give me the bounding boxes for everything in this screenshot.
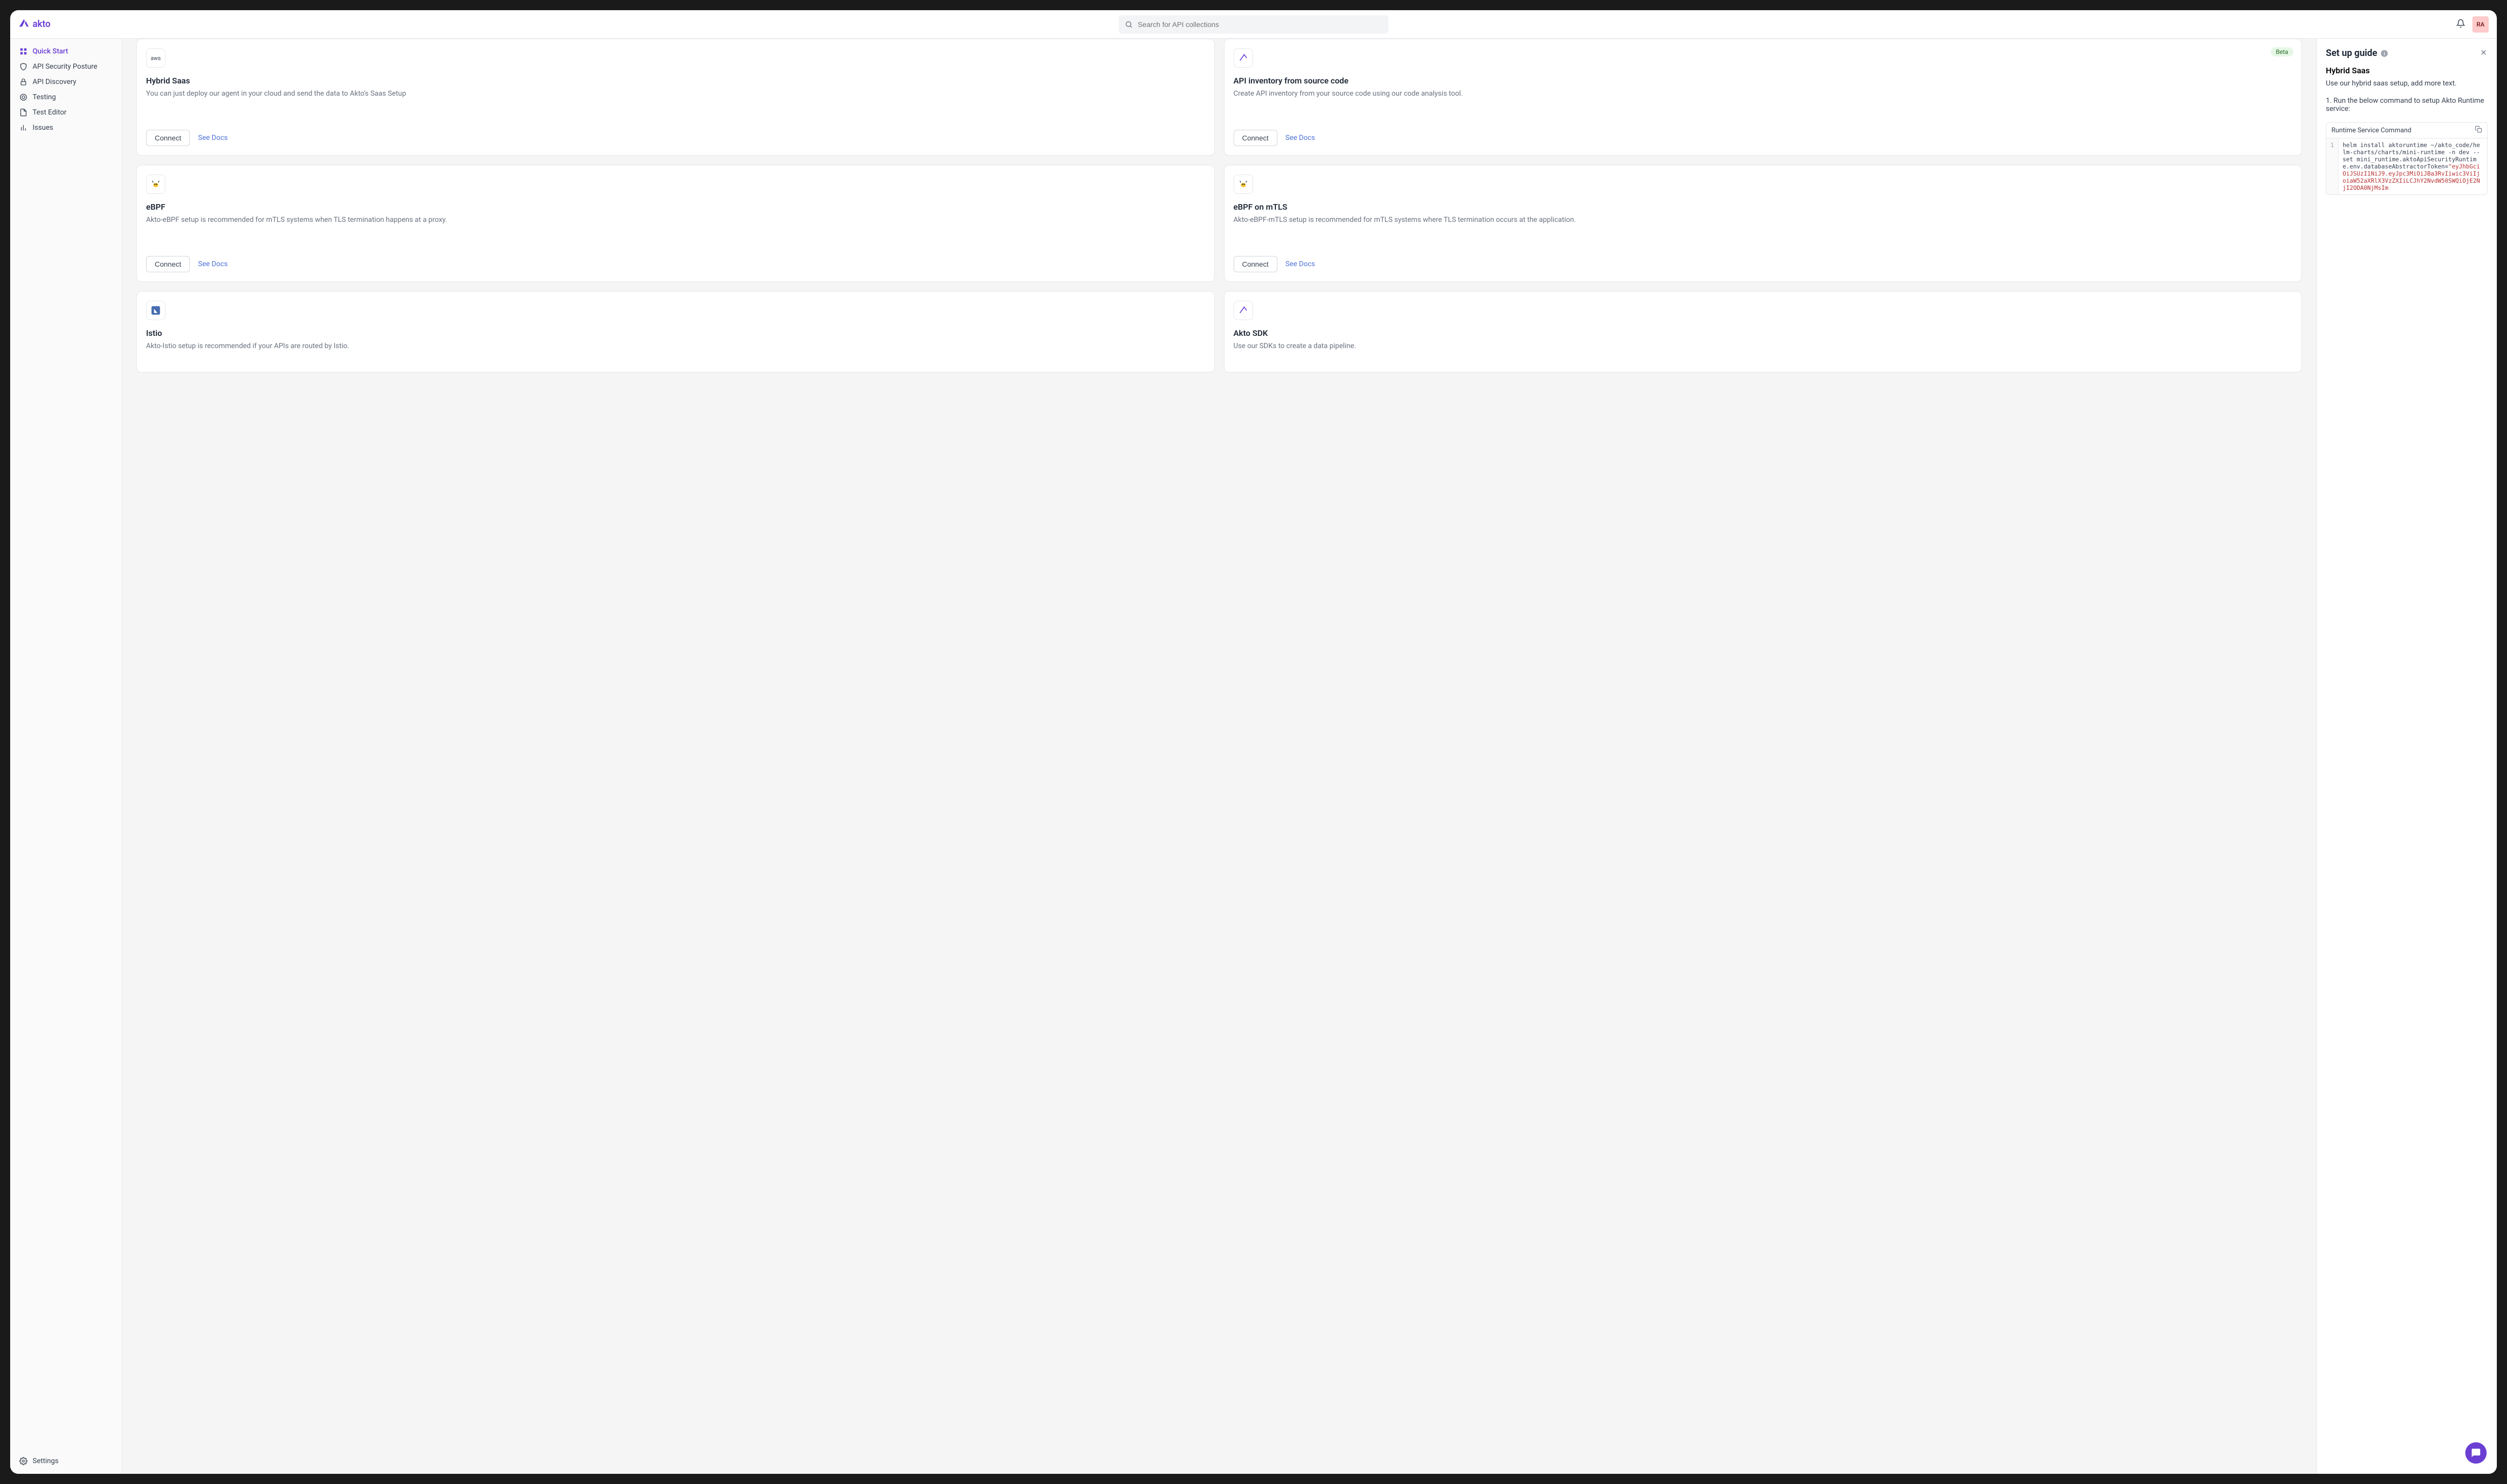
card-title: eBPF [146, 202, 1205, 212]
card-desc: Akto-eBPF-mTLS setup is recommended for … [1234, 215, 2293, 248]
brand-text: akto [33, 19, 50, 30]
see-docs-link[interactable]: See Docs [198, 260, 227, 268]
card-title: Akto SDK [1234, 328, 2293, 338]
panel-title: Set up guide i [2326, 48, 2388, 59]
search-input[interactable] [1138, 20, 1382, 28]
code-body[interactable]: 1 helm install aktoruntime ~/akto_code/h… [2326, 138, 2487, 194]
card-desc: Akto-eBPF setup is recommended for mTLS … [146, 215, 1205, 248]
connect-button[interactable]: Connect [146, 130, 190, 146]
sidebar-item-testing[interactable]: Testing [10, 90, 122, 105]
setup-guide-panel: Set up guide i Hybrid Saas Use our hybri… [2316, 39, 2497, 1474]
panel-step: 1. Run the below command to setup Akto R… [2326, 97, 2488, 113]
main-content: aws Hybrid Saas You can just deploy our … [122, 39, 2316, 1474]
sidebar-item-quick-start[interactable]: Quick Start [10, 44, 122, 59]
logo[interactable]: akto [18, 17, 50, 31]
istio-icon [146, 301, 165, 320]
sidebar-item-label: Testing [33, 93, 56, 101]
card-title: eBPF on mTLS [1234, 202, 2293, 212]
search-box[interactable] [1119, 15, 1388, 34]
connector-card-api-inventory: Beta API inventory from source code Crea… [1224, 39, 2302, 156]
sidebar-item-api-discovery[interactable]: API Discovery [10, 74, 122, 90]
sidebar-item-test-editor[interactable]: Test Editor [10, 105, 122, 120]
see-docs-link[interactable]: See Docs [198, 134, 227, 142]
akto-logo-icon [18, 17, 30, 31]
akto-icon [1234, 301, 1253, 320]
panel-intro: Use our hybrid saas setup, add more text… [2326, 79, 2488, 88]
panel-subtitle: Hybrid Saas [2326, 66, 2488, 75]
sidebar-item-issues[interactable]: Issues [10, 120, 122, 135]
code-box: Runtime Service Command 1 helm install a… [2326, 122, 2488, 195]
connector-card-akto-sdk: Akto SDK Use our SDKs to create a data p… [1224, 291, 2302, 373]
card-title: Hybrid Saas [146, 76, 1205, 85]
beta-badge: Beta [2271, 47, 2293, 56]
card-desc: Use our SDKs to create a data pipeline. [1234, 341, 2293, 363]
search-icon [1125, 20, 1133, 28]
grid-icon [19, 47, 27, 55]
connect-button[interactable]: Connect [1234, 256, 1277, 272]
sidebar-item-label: Issues [33, 124, 53, 132]
card-desc: Create API inventory from your source co… [1234, 89, 2293, 122]
chat-icon [2471, 1448, 2481, 1458]
card-title: API inventory from source code [1234, 76, 2293, 85]
sidebar: Quick Start API Security Posture API Dis… [10, 39, 122, 1474]
sidebar-item-label: Quick Start [33, 47, 68, 55]
ebpf-icon [1234, 175, 1253, 194]
sidebar-item-label: API Discovery [33, 78, 76, 86]
shield-icon [19, 63, 27, 71]
card-desc: Akto-Istio setup is recommended if your … [146, 341, 1205, 363]
info-icon: i [2380, 49, 2388, 58]
akto-icon [1234, 48, 1253, 68]
sidebar-item-label: Settings [33, 1457, 59, 1465]
aws-icon: aws [146, 48, 165, 68]
connect-button[interactable]: Connect [146, 256, 190, 272]
sidebar-item-api-security-posture[interactable]: API Security Posture [10, 59, 122, 74]
close-icon[interactable] [2480, 48, 2488, 59]
connector-card-hybrid-saas: aws Hybrid Saas You can just deploy our … [136, 39, 1215, 156]
avatar[interactable]: RA [2472, 16, 2489, 33]
notifications-icon[interactable] [2456, 19, 2465, 30]
bar-chart-icon [19, 124, 27, 132]
copy-icon[interactable] [2475, 126, 2482, 135]
sidebar-item-settings[interactable]: Settings [10, 1453, 122, 1469]
sidebar-item-label: API Security Posture [33, 63, 97, 71]
sidebar-item-label: Test Editor [33, 108, 67, 117]
ebpf-icon [146, 175, 165, 194]
chat-fab[interactable] [2465, 1442, 2487, 1464]
code-label: Runtime Service Command [2331, 127, 2411, 134]
connector-card-ebpf: eBPF Akto-eBPF setup is recommended for … [136, 165, 1215, 282]
gear-icon [19, 1457, 27, 1465]
top-bar: akto RA [10, 10, 2497, 39]
see-docs-link[interactable]: See Docs [1286, 134, 1315, 142]
card-desc: You can just deploy our agent in your cl… [146, 89, 1205, 122]
see-docs-link[interactable]: See Docs [1286, 260, 1315, 268]
card-title: Istio [146, 328, 1205, 338]
code-content: helm install aktoruntime ~/akto_code/hel… [2339, 138, 2487, 194]
connect-button[interactable]: Connect [1234, 130, 1277, 146]
connector-card-istio: Istio Akto-Istio setup is recommended if… [136, 291, 1215, 373]
line-number: 1 [2326, 138, 2339, 194]
connector-card-ebpf-mtls: eBPF on mTLS Akto-eBPF-mTLS setup is rec… [1224, 165, 2302, 282]
lock-icon [19, 78, 27, 86]
target-icon [19, 93, 27, 101]
document-icon [19, 108, 27, 117]
svg-text:i: i [2384, 51, 2385, 56]
